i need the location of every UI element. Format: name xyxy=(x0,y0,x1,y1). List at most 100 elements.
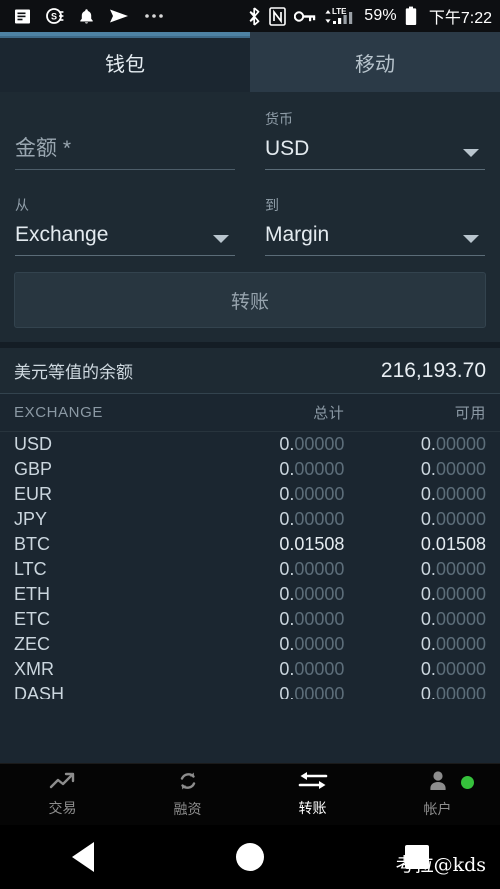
table-row[interactable]: USD 0.00000 0.00000 xyxy=(0,432,500,457)
chevron-down-icon[interactable] xyxy=(463,235,479,243)
nav-item-trade-label: 交易 xyxy=(48,800,77,816)
cell-available: 0.00000 xyxy=(420,434,486,454)
status-bar-right-icons: LTE 59% 下午7:22 xyxy=(248,4,492,28)
amount-label xyxy=(15,110,235,128)
cell-currency: USD xyxy=(14,434,53,454)
balance-value: 216,193.70 xyxy=(380,358,486,382)
bottom-navigation-bar: 交易 融资 转账 帐户 xyxy=(0,763,500,825)
s-badge-icon: S xyxy=(46,7,64,25)
currency-select[interactable]: USD xyxy=(265,128,485,170)
svg-text:LTE: LTE xyxy=(332,7,347,16)
clock-label: 下午7:22 xyxy=(428,10,492,27)
cell-available: 0.00000 xyxy=(420,609,486,629)
table-header-row: EXCHANGE 总计 可用 xyxy=(0,394,500,432)
cell-available: 0.00000 xyxy=(420,484,486,504)
nav-item-transfer-label: 转账 xyxy=(298,800,327,816)
cell-currency: XMR xyxy=(14,659,54,679)
table-row[interactable]: BTC 0.01508 0.01508 xyxy=(0,532,500,557)
more-icon xyxy=(144,13,164,19)
table-row[interactable]: JPY 0.00000 0.00000 xyxy=(0,507,500,532)
cell-total: 0.00000 xyxy=(279,484,345,504)
battery-percent-label: 59% xyxy=(364,7,397,24)
from-label: 从 xyxy=(15,197,29,213)
cell-currency: BTC xyxy=(14,534,50,554)
transfer-arrows-icon xyxy=(298,771,328,796)
system-home-button[interactable] xyxy=(167,843,334,871)
cell-available: 0.00000 xyxy=(420,509,486,529)
transfer-form: 金额 * 货币 USD 从 Exchange 到 Margin 转账 xyxy=(0,92,500,342)
amount-field-group: 金额 * xyxy=(0,110,250,170)
currency-label: 货币 xyxy=(265,111,293,127)
table-body: USD 0.00000 0.00000 GBP 0.00000 0.00000 EUR 0.0… xyxy=(0,432,500,699)
table-row[interactable]: EUR 0.00000 0.00000 xyxy=(0,482,500,507)
send-icon xyxy=(109,8,129,24)
cell-total: 0.00000 xyxy=(279,459,345,479)
column-header-available-label: 可用 xyxy=(454,405,486,422)
amount-input[interactable]: 金额 * xyxy=(15,128,235,170)
cell-currency: DASH xyxy=(14,684,65,699)
cell-available: 0.00000 xyxy=(420,634,486,654)
column-header-currency[interactable]: EXCHANGE xyxy=(14,404,197,421)
table-row[interactable]: GBP 0.00000 0.00000 xyxy=(0,457,500,482)
to-field-group: 到 Margin xyxy=(250,196,500,256)
transfer-submit-label: 转账 xyxy=(230,291,269,313)
table-row[interactable]: DASH 0.00000 0.00000 xyxy=(0,682,500,699)
nav-item-funding[interactable]: 融资 xyxy=(125,764,250,825)
column-header-available[interactable]: 可用 xyxy=(344,402,486,423)
table-row[interactable]: ETH 0.00000 0.00000 xyxy=(0,582,500,607)
cell-currency: ZEC xyxy=(14,634,50,654)
table-row[interactable]: XMR 0.00000 0.00000 xyxy=(0,657,500,682)
lte-signal-icon: LTE xyxy=(324,6,356,26)
bell-icon xyxy=(79,8,94,25)
cell-available: 0.00000 xyxy=(420,459,486,479)
table-row[interactable]: ETC 0.00000 0.00000 xyxy=(0,607,500,632)
nav-item-account-label: 帐户 xyxy=(423,801,452,817)
form-row-spacer xyxy=(0,170,500,196)
from-to-row: 从 Exchange 到 Margin xyxy=(0,196,500,256)
currency-field-group: 货币 USD xyxy=(250,110,500,170)
cell-currency: GBP xyxy=(14,459,53,479)
watermark-label: 考拉@kds xyxy=(395,854,486,876)
cell-total: 0.00000 xyxy=(279,559,345,579)
tab-move[interactable]: 移动 xyxy=(250,32,500,92)
nfc-icon xyxy=(269,6,287,26)
column-header-total[interactable]: 总计 xyxy=(197,402,345,423)
cell-total: 0.00000 xyxy=(279,634,345,654)
cell-currency: ETH xyxy=(14,584,50,604)
wallet-tab-bar: 钱包 移动 xyxy=(0,32,500,92)
svg-text:S: S xyxy=(51,11,57,21)
android-status-bar: S LTE 59% 下午7:22 xyxy=(0,0,500,32)
table-row[interactable]: ZEC 0.00000 0.00000 xyxy=(0,632,500,657)
amount-currency-row: 金额 * 货币 USD xyxy=(0,110,500,170)
chevron-down-icon[interactable] xyxy=(213,235,229,243)
from-select[interactable]: Exchange xyxy=(15,214,235,256)
battery-icon xyxy=(405,6,417,26)
nav-item-transfer[interactable]: 转账 xyxy=(250,764,375,825)
cell-available: 0.00000 xyxy=(420,684,486,699)
tab-wallet[interactable]: 钱包 xyxy=(0,32,250,92)
tab-wallet-label: 钱包 xyxy=(105,53,145,76)
cell-available: 0.00000 xyxy=(420,559,486,579)
cell-currency: EUR xyxy=(14,484,53,504)
system-back-button[interactable] xyxy=(0,842,167,872)
to-label: 到 xyxy=(265,197,279,213)
nav-item-account[interactable]: 帐户 xyxy=(375,764,500,825)
chevron-down-icon[interactable] xyxy=(463,149,479,157)
status-bar-left-icons: S xyxy=(14,7,164,25)
to-select[interactable]: Margin xyxy=(265,214,485,256)
table-row[interactable]: LTC 0.00000 0.00000 xyxy=(0,557,500,582)
exchange-balances-table[interactable]: EXCHANGE 总计 可用 USD 0.00000 0.00000 GBP 0.000… xyxy=(0,394,500,699)
cell-total: 0.00000 xyxy=(279,609,345,629)
cell-available: 0.00000 xyxy=(420,584,486,604)
nav-item-funding-label: 融资 xyxy=(173,801,202,817)
cell-total: 0.00000 xyxy=(279,434,345,454)
cell-available: 0.01508 xyxy=(420,534,486,554)
nav-item-trade[interactable]: 交易 xyxy=(0,764,125,825)
home-circle-icon xyxy=(236,843,264,871)
back-triangle-icon xyxy=(72,842,95,872)
cell-total: 0.00000 xyxy=(279,684,345,699)
chart-trend-icon xyxy=(49,771,77,796)
document-icon xyxy=(14,8,31,25)
transfer-submit-button[interactable]: 转账 xyxy=(14,272,486,328)
refresh-cycle-icon xyxy=(177,770,199,797)
